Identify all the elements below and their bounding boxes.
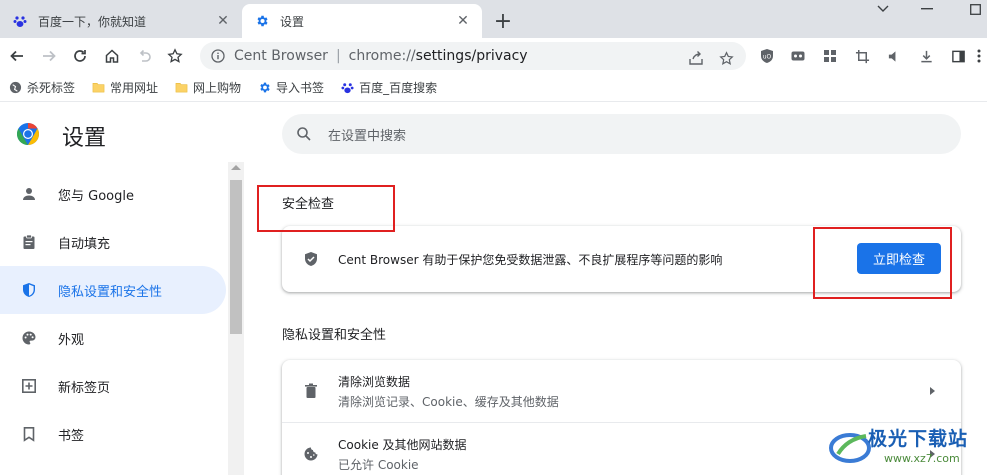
bookmark-folder[interactable]: 常用网址	[91, 79, 158, 96]
scroll-up-arrow-icon[interactable]	[231, 165, 241, 170]
row-subtitle: 清除浏览记录、Cookie、缓存及其他数据	[338, 395, 559, 409]
baidu-paw-icon	[12, 13, 28, 29]
watermark-logo-icon	[829, 433, 871, 463]
url-host: Cent Browser	[234, 48, 328, 64]
tab-strip: 百度一下，你就知道 ✕ 设置 ✕ +	[0, 0, 987, 38]
svg-text:uO: uO	[763, 54, 772, 61]
row-title: Cookie 及其他网站数据	[338, 438, 467, 452]
sidebar-item-google[interactable]: 您与 Google	[0, 170, 226, 218]
download-icon[interactable]	[914, 44, 938, 68]
settings-search-input[interactable]: 在设置中搜索	[282, 114, 961, 154]
close-icon[interactable]: ✕	[214, 12, 232, 30]
sidebar-item-appearance[interactable]: 外观	[0, 314, 226, 362]
maximize-icon[interactable]	[960, 0, 987, 18]
shield-icon	[20, 281, 38, 299]
sidebar-item-label: 书签	[58, 428, 85, 444]
chevron-right-icon	[930, 387, 935, 395]
bookmark-item[interactable]: 百度_百度搜索	[340, 79, 437, 96]
sidebar-item-new-tab[interactable]: 新标签页	[0, 362, 226, 410]
minimize-icon[interactable]	[912, 0, 942, 18]
sidebar-item-privacy[interactable]: 隐私设置和安全性	[0, 266, 226, 314]
bookmark-label: 常用网址	[110, 81, 159, 95]
toolbar: Cent Browser | chrome://settings/privacy…	[0, 38, 987, 74]
globe-icon	[8, 81, 22, 95]
bookmarks-bar: 杀死标签 常用网址 网上购物 导入书签 百度_百度搜索	[0, 74, 987, 102]
side-panel-icon[interactable]	[946, 44, 970, 68]
bookmark-label: 百度_百度搜索	[359, 81, 438, 95]
tab-baidu[interactable]: 百度一下，你就知道 ✕	[0, 4, 242, 38]
back-arrow-icon[interactable]	[5, 44, 29, 68]
sidebar-item-label: 新标签页	[58, 380, 111, 396]
sidebar-item-autofill[interactable]: 自动填充	[0, 218, 226, 266]
sidebar-scrollbar[interactable]	[228, 162, 244, 475]
watermark: 极光下载站 www.xz7.com	[828, 420, 983, 472]
clear-browsing-data-row[interactable]: 清除浏览数据 清除浏览记录、Cookie、缓存及其他数据	[282, 360, 961, 422]
url-path: settings/privacy	[415, 48, 528, 64]
crop-icon[interactable]	[850, 44, 874, 68]
shield-check-icon	[302, 250, 320, 268]
cookie-icon	[302, 445, 320, 463]
bookmark-label: 网上购物	[193, 81, 242, 95]
home-icon[interactable]	[100, 44, 124, 68]
forward-arrow-icon[interactable]	[37, 44, 61, 68]
settings-header: 设置 在设置中搜索	[0, 102, 987, 162]
safety-check-description: Cent Browser 有助于保护您免受数据泄露、不良扩展程序等问题的影响	[338, 253, 723, 267]
annotation-box-button	[813, 227, 952, 299]
trash-icon	[302, 382, 320, 400]
undo-close-tab-icon[interactable]	[132, 44, 156, 68]
row-subtitle: 已允许 Cookie	[338, 458, 419, 472]
sidebar-item-label: 隐私设置和安全性	[58, 284, 163, 300]
clipboard-icon	[20, 233, 38, 251]
cent-browser-logo-icon	[16, 122, 40, 146]
bookmark-star-icon[interactable]	[716, 48, 736, 68]
new-tab-button[interactable]: +	[490, 8, 516, 34]
gear-icon	[254, 13, 270, 29]
sidebar-item-label: 外观	[58, 332, 85, 348]
url-scheme: chrome://	[348, 48, 416, 64]
chevron-down-icon[interactable]	[868, 0, 898, 18]
palette-icon	[20, 329, 38, 347]
bookmark-label: 杀死标签	[27, 81, 76, 95]
privacy-heading: 隐私设置和安全性	[282, 328, 387, 343]
row-title: 清除浏览数据	[338, 375, 411, 389]
star-icon[interactable]	[163, 44, 187, 68]
gear-icon	[257, 81, 271, 95]
folder-icon	[91, 81, 105, 95]
bookmark-folder[interactable]: 网上购物	[174, 79, 241, 96]
ublock-shield-icon[interactable]: uO	[755, 44, 779, 68]
menu-dots-icon[interactable]	[972, 44, 986, 68]
share-icon[interactable]	[686, 48, 706, 68]
scrollbar-thumb[interactable]	[230, 180, 242, 334]
sidebar-item-label: 您与 Google	[58, 188, 134, 204]
address-bar[interactable]: Cent Browser | chrome://settings/privacy	[200, 42, 746, 70]
tab-settings[interactable]: 设置 ✕	[242, 4, 482, 38]
bookmark-item[interactable]: 导入书签	[257, 79, 324, 96]
search-placeholder: 在设置中搜索	[328, 128, 407, 144]
search-icon	[294, 124, 314, 144]
reload-icon[interactable]	[68, 44, 92, 68]
annotation-box-heading	[257, 185, 395, 232]
bookmark-item[interactable]: 杀死标签	[8, 79, 75, 96]
settings-sidebar: 您与 Google 自动填充 隐私设置和安全性 外观 新标签页 书签	[0, 162, 228, 475]
watermark-brand: 极光下载站	[868, 428, 969, 450]
speaker-icon[interactable]	[882, 44, 906, 68]
bookmark-label: 导入书签	[276, 81, 325, 95]
tab-title: 设置	[280, 14, 305, 29]
folder-icon	[174, 81, 188, 95]
close-icon[interactable]: ✕	[454, 12, 472, 30]
sidebar-item-bookmarks[interactable]: 书签	[0, 410, 226, 458]
tab-title: 百度一下，你就知道	[38, 14, 147, 29]
baidu-paw-icon	[340, 81, 354, 95]
bookmark-icon	[20, 425, 38, 443]
person-icon	[20, 185, 38, 203]
new-tab-icon	[20, 377, 38, 395]
extension-grid-icon[interactable]	[818, 44, 842, 68]
page-title: 设置	[62, 126, 107, 151]
url-separator: |	[335, 48, 341, 64]
watermark-url: www.xz7.com	[884, 452, 960, 465]
site-info-icon[interactable]	[210, 48, 226, 64]
sidebar-item-label: 自动填充	[58, 236, 111, 252]
extension-mask-icon[interactable]	[786, 44, 810, 68]
